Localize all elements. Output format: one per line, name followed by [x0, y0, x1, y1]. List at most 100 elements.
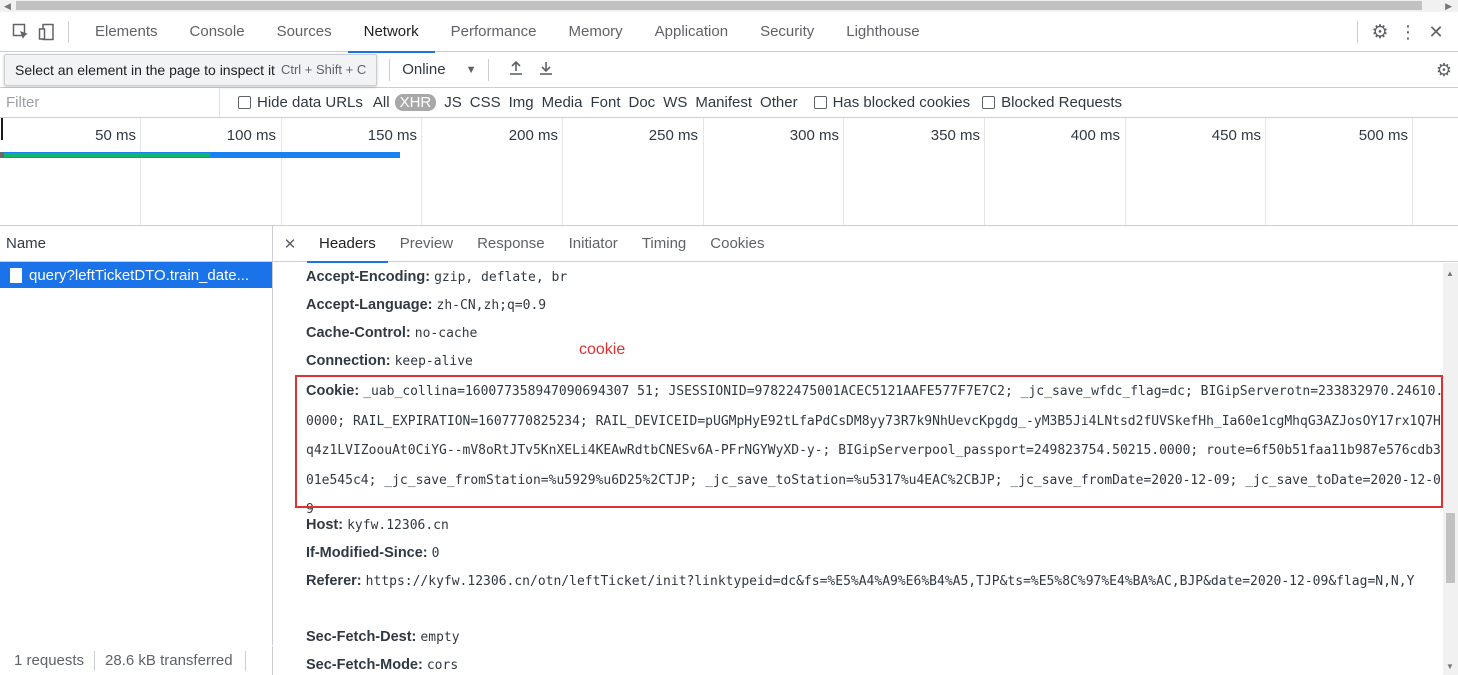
- filter-type-all[interactable]: All: [373, 94, 390, 111]
- overview-tick-label: 100 ms: [226, 127, 276, 144]
- status-divider: [244, 650, 246, 671]
- gear-icon[interactable]: ⚙: [1366, 21, 1394, 44]
- tab-console[interactable]: Console: [174, 12, 261, 52]
- header-row-host: Host: kyfw.12306.cn: [306, 511, 1441, 540]
- header-value: 0: [431, 546, 440, 561]
- filter-type-js[interactable]: JS: [444, 94, 462, 111]
- toolbar-divider: [68, 20, 69, 43]
- overview-tick-label: 250 ms: [648, 127, 698, 144]
- header-value: empty: [420, 630, 460, 645]
- header-row-sec-fetch-dest: Sec-Fetch-Dest: empty: [306, 623, 1441, 652]
- header-row-if-modified-since: If-Modified-Since: 0: [306, 539, 1441, 568]
- scroll-down-arrow-icon[interactable]: ▼: [1446, 662, 1454, 671]
- filter-type-img[interactable]: Img: [509, 94, 534, 111]
- header-name: Cache-Control:: [306, 325, 411, 341]
- header-name: Sec-Fetch-Dest:: [306, 629, 417, 645]
- tab-application[interactable]: Application: [639, 12, 744, 52]
- overview-gridline: [1265, 118, 1266, 225]
- tab-elements[interactable]: Elements: [79, 12, 174, 52]
- header-name: Connection:: [306, 353, 391, 369]
- checkbox-box[interactable]: [982, 96, 996, 109]
- header-name: Accept-Language:: [306, 297, 433, 313]
- scrollbar-thumb[interactable]: [16, 1, 1422, 10]
- inspect-tooltip-text: Select an element in the page to inspect…: [15, 61, 275, 78]
- network-overview-timeline[interactable]: 50 ms 100 ms 150 ms 200 ms 250 ms 300 ms…: [0, 118, 1458, 226]
- inspect-element-icon[interactable]: [8, 19, 34, 45]
- header-name: Accept-Encoding:: [306, 269, 431, 285]
- headers-vertical-scrollbar[interactable]: ▲ ▼: [1443, 263, 1458, 675]
- tab-response[interactable]: Response: [465, 226, 557, 262]
- tab-bar-actions: ⚙ ⋮ ✕: [1349, 12, 1450, 52]
- filter-type-css[interactable]: CSS: [470, 94, 501, 111]
- request-row-selected[interactable]: query?leftTicketDTO.train_date...: [0, 262, 272, 288]
- toolbar-divider: [1357, 21, 1358, 43]
- overview-gridline: [281, 118, 282, 225]
- filter-type-manifest[interactable]: Manifest: [695, 94, 752, 111]
- scrollbar-thumb[interactable]: [1446, 513, 1455, 583]
- more-options-icon[interactable]: ⋮: [1394, 22, 1422, 43]
- overview-gridline: [984, 118, 985, 225]
- toolbar-divider: [488, 58, 490, 81]
- tab-performance[interactable]: Performance: [435, 12, 553, 52]
- import-har-icon[interactable]: [501, 60, 531, 79]
- overview-gridline: [140, 118, 141, 225]
- tab-headers[interactable]: Headers: [307, 226, 388, 263]
- has-blocked-cookies-checkbox[interactable]: Has blocked cookies: [813, 94, 970, 111]
- chevron-down-icon[interactable]: ▼: [466, 64, 477, 76]
- export-har-icon[interactable]: [531, 61, 561, 79]
- network-settings-gear-icon[interactable]: ⚙: [1436, 60, 1452, 81]
- scroll-right-arrow-icon[interactable]: ▶: [1445, 1, 1452, 12]
- filter-type-xhr[interactable]: XHR: [394, 94, 437, 111]
- header-row-referer: Referer: https://kyfw.12306.cn/otn/leftT…: [306, 567, 1441, 596]
- overview-gridline: [1125, 118, 1126, 225]
- header-value: zh-CN,zh;q=0.9: [436, 298, 547, 313]
- hide-data-urls-checkbox[interactable]: Hide data URLs: [238, 94, 363, 111]
- tab-preview[interactable]: Preview: [388, 226, 465, 262]
- hide-data-urls-label: Hide data URLs: [257, 94, 363, 111]
- checkbox-box[interactable]: [813, 96, 827, 109]
- tab-sources[interactable]: Sources: [261, 12, 348, 52]
- filter-type-doc[interactable]: Doc: [628, 94, 655, 111]
- close-icon[interactable]: ✕: [1422, 22, 1450, 43]
- request-count: 1 requests: [14, 652, 85, 669]
- filter-input[interactable]: [0, 88, 220, 117]
- tab-security[interactable]: Security: [744, 12, 830, 52]
- overview-tick-label: 450 ms: [1211, 127, 1261, 144]
- tab-cookies[interactable]: Cookies: [698, 226, 776, 262]
- overview-tick-label: 350 ms: [930, 127, 980, 144]
- cookie-highlight-box: [295, 375, 1443, 508]
- filter-type-other[interactable]: Other: [760, 94, 798, 111]
- device-toolbar-icon[interactable]: [34, 19, 60, 45]
- checkbox-box[interactable]: [238, 96, 251, 109]
- overview-queue-bar: [0, 152, 4, 158]
- tab-lighthouse[interactable]: Lighthouse: [830, 12, 935, 52]
- overview-gridline: [843, 118, 844, 225]
- network-toolbar: Select an element in the page to inspect…: [0, 52, 1458, 88]
- header-row-cache-control: Cache-Control: no-cache: [306, 319, 1441, 348]
- tab-timing[interactable]: Timing: [630, 226, 698, 262]
- tab-initiator[interactable]: Initiator: [557, 226, 630, 262]
- header-name: Referer:: [306, 573, 362, 589]
- devtools-tab-bar: Elements Console Sources Network Perform…: [0, 12, 1458, 53]
- status-divider: [94, 650, 96, 671]
- throttling-select[interactable]: Online: [402, 61, 445, 78]
- filter-bar: Hide data URLs All XHR JS CSS Img Media …: [0, 88, 1458, 118]
- header-row-connection: Connection: keep-alive: [306, 347, 1441, 376]
- request-headers-list[interactable]: Accept-Encoding: gzip, deflate, br Accep…: [273, 263, 1443, 675]
- close-icon[interactable]: ✕: [273, 235, 307, 253]
- filter-type-ws[interactable]: WS: [663, 94, 687, 111]
- page-horizontal-scrollbar[interactable]: ◀ ▶: [0, 0, 1458, 12]
- tab-memory[interactable]: Memory: [553, 12, 639, 52]
- scroll-up-arrow-icon[interactable]: ▲: [1446, 269, 1454, 278]
- inspect-shortcut: Ctrl + Shift + C: [280, 62, 367, 77]
- filter-type-font[interactable]: Font: [590, 94, 620, 111]
- overview-gridline: [1412, 118, 1413, 225]
- name-column-header[interactable]: Name: [0, 226, 272, 262]
- blocked-requests-checkbox[interactable]: Blocked Requests: [982, 94, 1122, 111]
- scroll-left-arrow-icon[interactable]: ◀: [4, 1, 11, 12]
- overview-tick-label: 400 ms: [1070, 127, 1120, 144]
- filter-type-media[interactable]: Media: [542, 94, 583, 111]
- overview-gridline: [703, 118, 704, 225]
- tab-network[interactable]: Network: [347, 12, 435, 53]
- overview-tick-label: 300 ms: [789, 127, 839, 144]
